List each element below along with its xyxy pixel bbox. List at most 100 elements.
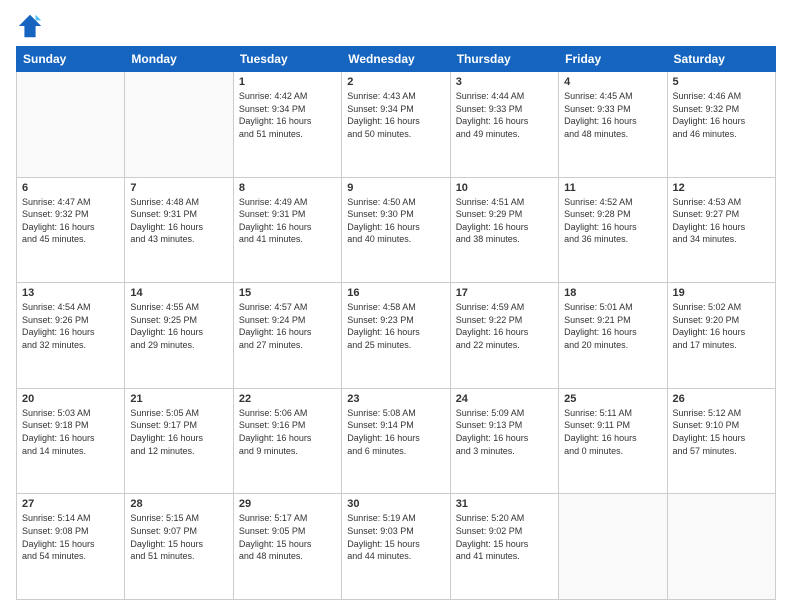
calendar-cell: 6 Sunrise: 4:47 AM Sunset: 9:32 PM Daylig… — [17, 177, 125, 283]
calendar-cell: 14 Sunrise: 4:55 AM Sunset: 9:25 PM Dayli… — [125, 283, 233, 389]
day-number: 31 — [456, 498, 553, 510]
day-number: 29 — [239, 498, 336, 510]
day-info: Sunrise: 5:20 AM Sunset: 9:02 PM Dayligh… — [456, 512, 553, 562]
calendar-cell: 27 Sunrise: 5:14 AM Sunset: 9:08 PM Dayli… — [17, 494, 125, 600]
calendar-cell: 29 Sunrise: 5:17 AM Sunset: 9:05 PM Dayli… — [233, 494, 341, 600]
day-info: Sunrise: 4:45 AM Sunset: 9:33 PM Dayligh… — [564, 90, 661, 140]
day-info: Sunrise: 4:46 AM Sunset: 9:32 PM Dayligh… — [673, 90, 770, 140]
day-info: Sunrise: 4:47 AM Sunset: 9:32 PM Dayligh… — [22, 196, 119, 246]
calendar-cell: 11 Sunrise: 4:52 AM Sunset: 9:28 PM Dayli… — [559, 177, 667, 283]
day-number: 28 — [130, 498, 227, 510]
calendar-cell — [559, 494, 667, 600]
day-number: 18 — [564, 287, 661, 299]
day-info: Sunrise: 5:12 AM Sunset: 9:10 PM Dayligh… — [673, 407, 770, 457]
day-number: 4 — [564, 76, 661, 88]
calendar-cell: 19 Sunrise: 5:02 AM Sunset: 9:20 PM Dayli… — [667, 283, 775, 389]
calendar-cell: 1 Sunrise: 4:42 AM Sunset: 9:34 PM Daylig… — [233, 72, 341, 178]
day-header-wednesday: Wednesday — [342, 47, 450, 72]
day-number: 8 — [239, 182, 336, 194]
day-info: Sunrise: 4:58 AM Sunset: 9:23 PM Dayligh… — [347, 301, 444, 351]
day-info: Sunrise: 4:52 AM Sunset: 9:28 PM Dayligh… — [564, 196, 661, 246]
day-info: Sunrise: 5:14 AM Sunset: 9:08 PM Dayligh… — [22, 512, 119, 562]
calendar-cell: 12 Sunrise: 4:53 AM Sunset: 9:27 PM Dayli… — [667, 177, 775, 283]
day-number: 16 — [347, 287, 444, 299]
calendar-cell: 7 Sunrise: 4:48 AM Sunset: 9:31 PM Daylig… — [125, 177, 233, 283]
calendar-cell: 23 Sunrise: 5:08 AM Sunset: 9:14 PM Dayli… — [342, 388, 450, 494]
day-number: 20 — [22, 393, 119, 405]
calendar-header-row: SundayMondayTuesdayWednesdayThursdayFrid… — [17, 47, 776, 72]
calendar-week-2: 6 Sunrise: 4:47 AM Sunset: 9:32 PM Daylig… — [17, 177, 776, 283]
calendar-cell — [17, 72, 125, 178]
day-info: Sunrise: 5:06 AM Sunset: 9:16 PM Dayligh… — [239, 407, 336, 457]
day-number: 30 — [347, 498, 444, 510]
day-info: Sunrise: 4:51 AM Sunset: 9:29 PM Dayligh… — [456, 196, 553, 246]
calendar-week-4: 20 Sunrise: 5:03 AM Sunset: 9:18 PM Dayli… — [17, 388, 776, 494]
calendar-cell: 13Sunrise: 4:54 AM Sunset: 9:26 PM Dayli… — [17, 283, 125, 389]
calendar-table: SundayMondayTuesdayWednesdayThursdayFrid… — [16, 46, 776, 600]
day-info: Sunrise: 5:05 AM Sunset: 9:17 PM Dayligh… — [130, 407, 227, 457]
calendar-cell: 17Sunrise: 4:59 AM Sunset: 9:22 PM Dayli… — [450, 283, 558, 389]
calendar-cell: 9 Sunrise: 4:50 AM Sunset: 9:30 PM Daylig… — [342, 177, 450, 283]
day-number: 2 — [347, 76, 444, 88]
day-number: 3 — [456, 76, 553, 88]
calendar-week-3: 13Sunrise: 4:54 AM Sunset: 9:26 PM Dayli… — [17, 283, 776, 389]
calendar-cell: 21 Sunrise: 5:05 AM Sunset: 9:17 PM Dayli… — [125, 388, 233, 494]
calendar-cell — [125, 72, 233, 178]
day-info: Sunrise: 5:08 AM Sunset: 9:14 PM Dayligh… — [347, 407, 444, 457]
logo-icon — [16, 12, 44, 40]
day-number: 19 — [673, 287, 770, 299]
day-info: Sunrise: 4:42 AM Sunset: 9:34 PM Dayligh… — [239, 90, 336, 140]
day-number: 24 — [456, 393, 553, 405]
day-header-thursday: Thursday — [450, 47, 558, 72]
day-number: 5 — [673, 76, 770, 88]
day-header-friday: Friday — [559, 47, 667, 72]
day-info: Sunrise: 5:11 AM Sunset: 9:11 PM Dayligh… — [564, 407, 661, 457]
day-number: 17 — [456, 287, 553, 299]
calendar-cell: 3 Sunrise: 4:44 AM Sunset: 9:33 PM Daylig… — [450, 72, 558, 178]
day-number: 23 — [347, 393, 444, 405]
calendar-cell: 8 Sunrise: 4:49 AM Sunset: 9:31 PM Daylig… — [233, 177, 341, 283]
calendar-cell: 24 Sunrise: 5:09 AM Sunset: 9:13 PM Dayli… — [450, 388, 558, 494]
calendar-cell: 10Sunrise: 4:51 AM Sunset: 9:29 PM Dayli… — [450, 177, 558, 283]
page: SundayMondayTuesdayWednesdayThursdayFrid… — [0, 0, 792, 612]
calendar-week-5: 27 Sunrise: 5:14 AM Sunset: 9:08 PM Dayli… — [17, 494, 776, 600]
day-number: 25 — [564, 393, 661, 405]
calendar-cell: 18 Sunrise: 5:01 AM Sunset: 9:21 PM Dayli… — [559, 283, 667, 389]
day-info: Sunrise: 4:43 AM Sunset: 9:34 PM Dayligh… — [347, 90, 444, 140]
calendar-cell — [667, 494, 775, 600]
day-info: Sunrise: 4:44 AM Sunset: 9:33 PM Dayligh… — [456, 90, 553, 140]
day-number: 14 — [130, 287, 227, 299]
day-number: 21 — [130, 393, 227, 405]
calendar-cell: 15Sunrise: 4:57 AM Sunset: 9:24 PM Dayli… — [233, 283, 341, 389]
day-number: 9 — [347, 182, 444, 194]
day-info: Sunrise: 4:48 AM Sunset: 9:31 PM Dayligh… — [130, 196, 227, 246]
day-number: 27 — [22, 498, 119, 510]
day-info: Sunrise: 5:17 AM Sunset: 9:05 PM Dayligh… — [239, 512, 336, 562]
day-number: 22 — [239, 393, 336, 405]
day-number: 1 — [239, 76, 336, 88]
calendar-cell: 28Sunrise: 5:15 AM Sunset: 9:07 PM Dayli… — [125, 494, 233, 600]
day-info: Sunrise: 4:53 AM Sunset: 9:27 PM Dayligh… — [673, 196, 770, 246]
calendar-cell: 20 Sunrise: 5:03 AM Sunset: 9:18 PM Dayli… — [17, 388, 125, 494]
day-number: 15 — [239, 287, 336, 299]
day-info: Sunrise: 5:19 AM Sunset: 9:03 PM Dayligh… — [347, 512, 444, 562]
day-info: Sunrise: 5:03 AM Sunset: 9:18 PM Dayligh… — [22, 407, 119, 457]
day-number: 26 — [673, 393, 770, 405]
calendar-cell: 30 Sunrise: 5:19 AM Sunset: 9:03 PM Dayli… — [342, 494, 450, 600]
day-info: Sunrise: 4:55 AM Sunset: 9:25 PM Dayligh… — [130, 301, 227, 351]
day-number: 12 — [673, 182, 770, 194]
calendar-cell: 2 Sunrise: 4:43 AM Sunset: 9:34 PM Daylig… — [342, 72, 450, 178]
day-info: Sunrise: 5:01 AM Sunset: 9:21 PM Dayligh… — [564, 301, 661, 351]
calendar-cell: 4 Sunrise: 4:45 AM Sunset: 9:33 PM Daylig… — [559, 72, 667, 178]
day-number: 6 — [22, 182, 119, 194]
day-number: 11 — [564, 182, 661, 194]
day-info: Sunrise: 5:02 AM Sunset: 9:20 PM Dayligh… — [673, 301, 770, 351]
day-number: 7 — [130, 182, 227, 194]
day-header-sunday: Sunday — [17, 47, 125, 72]
day-number: 13 — [22, 287, 119, 299]
day-header-monday: Monday — [125, 47, 233, 72]
calendar-week-1: 1 Sunrise: 4:42 AM Sunset: 9:34 PM Daylig… — [17, 72, 776, 178]
day-info: Sunrise: 4:50 AM Sunset: 9:30 PM Dayligh… — [347, 196, 444, 246]
day-info: Sunrise: 4:49 AM Sunset: 9:31 PM Dayligh… — [239, 196, 336, 246]
day-info: Sunrise: 5:09 AM Sunset: 9:13 PM Dayligh… — [456, 407, 553, 457]
